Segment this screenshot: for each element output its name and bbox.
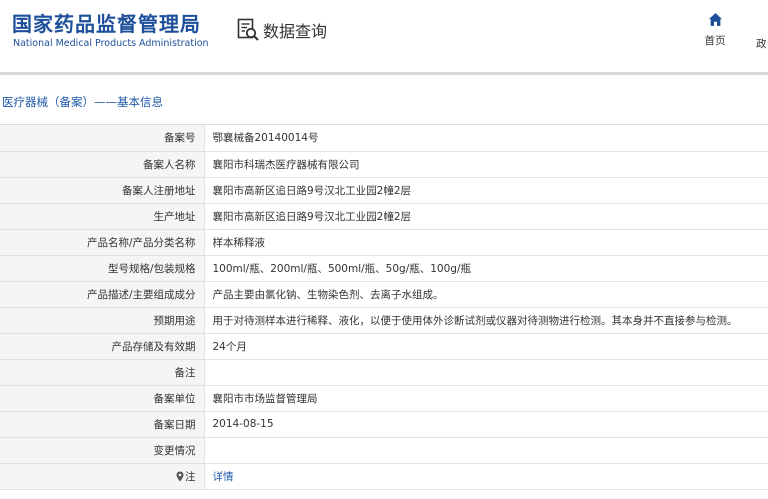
row-label: 备案人名称 (0, 151, 205, 178)
record-info-table: 备案号 鄂襄械备20140014号 备案人名称 襄阳市科瑞杰医疗器械有限公司 备… (0, 125, 768, 490)
table-row: 注 详情 (0, 463, 768, 490)
table-row: 产品描述/主要组成成分 产品主要由氯化钠、生物染色剂、去离子水组成。 (0, 281, 768, 308)
table-row: 备注 (0, 359, 768, 386)
row-label: 备案号 (0, 125, 205, 152)
row-value: 用于对待测样本进行稀释、液化，以便于使用体外诊断试剂或仪器对待测物进行检测。其本… (204, 307, 768, 334)
table-row: 备案人注册地址 襄阳市高新区追日路9号汉北工业园2幢2层 (0, 177, 768, 204)
row-label: 生产地址 (0, 203, 205, 230)
breadcrumb: 医疗器械（备案）——基本信息 (0, 76, 768, 125)
nav-home[interactable]: 首页 (700, 12, 730, 48)
row-value: 100ml/瓶、200ml/瓶、500ml/瓶、50g/瓶、100g/瓶 (204, 255, 768, 282)
table-row: 型号规格/包装规格 100ml/瓶、200ml/瓶、500ml/瓶、50g/瓶、… (0, 255, 768, 282)
table-row: 备案单位 襄阳市市场监督管理局 (0, 385, 768, 412)
table-row: 备案人名称 襄阳市科瑞杰医疗器械有限公司 (0, 151, 768, 178)
row-value: 襄阳市高新区追日路9号汉北工业园2幢2层 (204, 177, 768, 204)
data-query-label: 数据查询 (263, 22, 328, 41)
map-pin-icon (176, 471, 184, 482)
row-value: 襄阳市市场监督管理局 (204, 385, 768, 412)
row-label: 备案日期 (0, 411, 205, 438)
nav-home-label: 首页 (704, 35, 726, 47)
breadcrumb-text: 医疗器械（备案）——基本信息 (2, 95, 163, 109)
row-value: 产品主要由氯化钠、生物染色剂、去离子水组成。 (204, 281, 768, 308)
table-row: 预期用途 用于对待测样本进行稀释、液化，以便于使用体外诊断试剂或仪器对待测物进行… (0, 307, 768, 334)
table-row: 生产地址 襄阳市高新区追日路9号汉北工业园2幢2层 (0, 203, 768, 230)
note-label-text: 注 (185, 470, 196, 483)
home-icon (708, 13, 722, 26)
data-query-link[interactable]: 数据查询 (236, 16, 327, 44)
row-value: 24个月 (204, 333, 768, 360)
row-value: 2014-08-15 (204, 411, 768, 438)
row-label: 型号规格/包装规格 (0, 255, 205, 282)
row-label: 备案人注册地址 (0, 177, 205, 204)
header-divider (0, 72, 768, 75)
nav-item-partial[interactable]: 政 (756, 36, 767, 51)
table-row: 备案号 鄂襄械备20140014号 (0, 125, 768, 152)
logo-title-en[interactable]: National Medical Products Administration (13, 38, 209, 49)
logo-title-cn[interactable]: 国家药品监督管理局 (12, 8, 201, 37)
table-row: 备案日期 2014-08-15 (0, 411, 768, 438)
row-value (204, 437, 768, 464)
details-link[interactable]: 详情 (204, 463, 768, 490)
row-label: 变更情况 (0, 437, 205, 464)
search-document-icon (237, 18, 259, 41)
row-label: 产品存储及有效期 (0, 333, 205, 360)
row-value: 样本稀释液 (204, 229, 768, 256)
row-value (204, 359, 768, 386)
row-value: 襄阳市科瑞杰医疗器械有限公司 (204, 151, 768, 178)
row-label: 产品描述/主要组成成分 (0, 281, 205, 308)
table-row: 产品名称/产品分类名称 样本稀释液 (0, 229, 768, 256)
table-row: 产品存储及有效期 24个月 (0, 333, 768, 360)
row-label: 预期用途 (0, 307, 205, 334)
row-value: 鄂襄械备20140014号 (204, 125, 768, 152)
row-label: 备案单位 (0, 385, 205, 412)
row-label: 产品名称/产品分类名称 (0, 229, 205, 256)
row-label: 备注 (0, 359, 205, 386)
note-row-label: 注 (0, 463, 205, 490)
site-header: 国家药品监督管理局 National Medical Products Admi… (0, 0, 768, 70)
table-row: 变更情况 (0, 437, 768, 464)
row-value: 襄阳市高新区追日路9号汉北工业园2幢2层 (204, 203, 768, 230)
